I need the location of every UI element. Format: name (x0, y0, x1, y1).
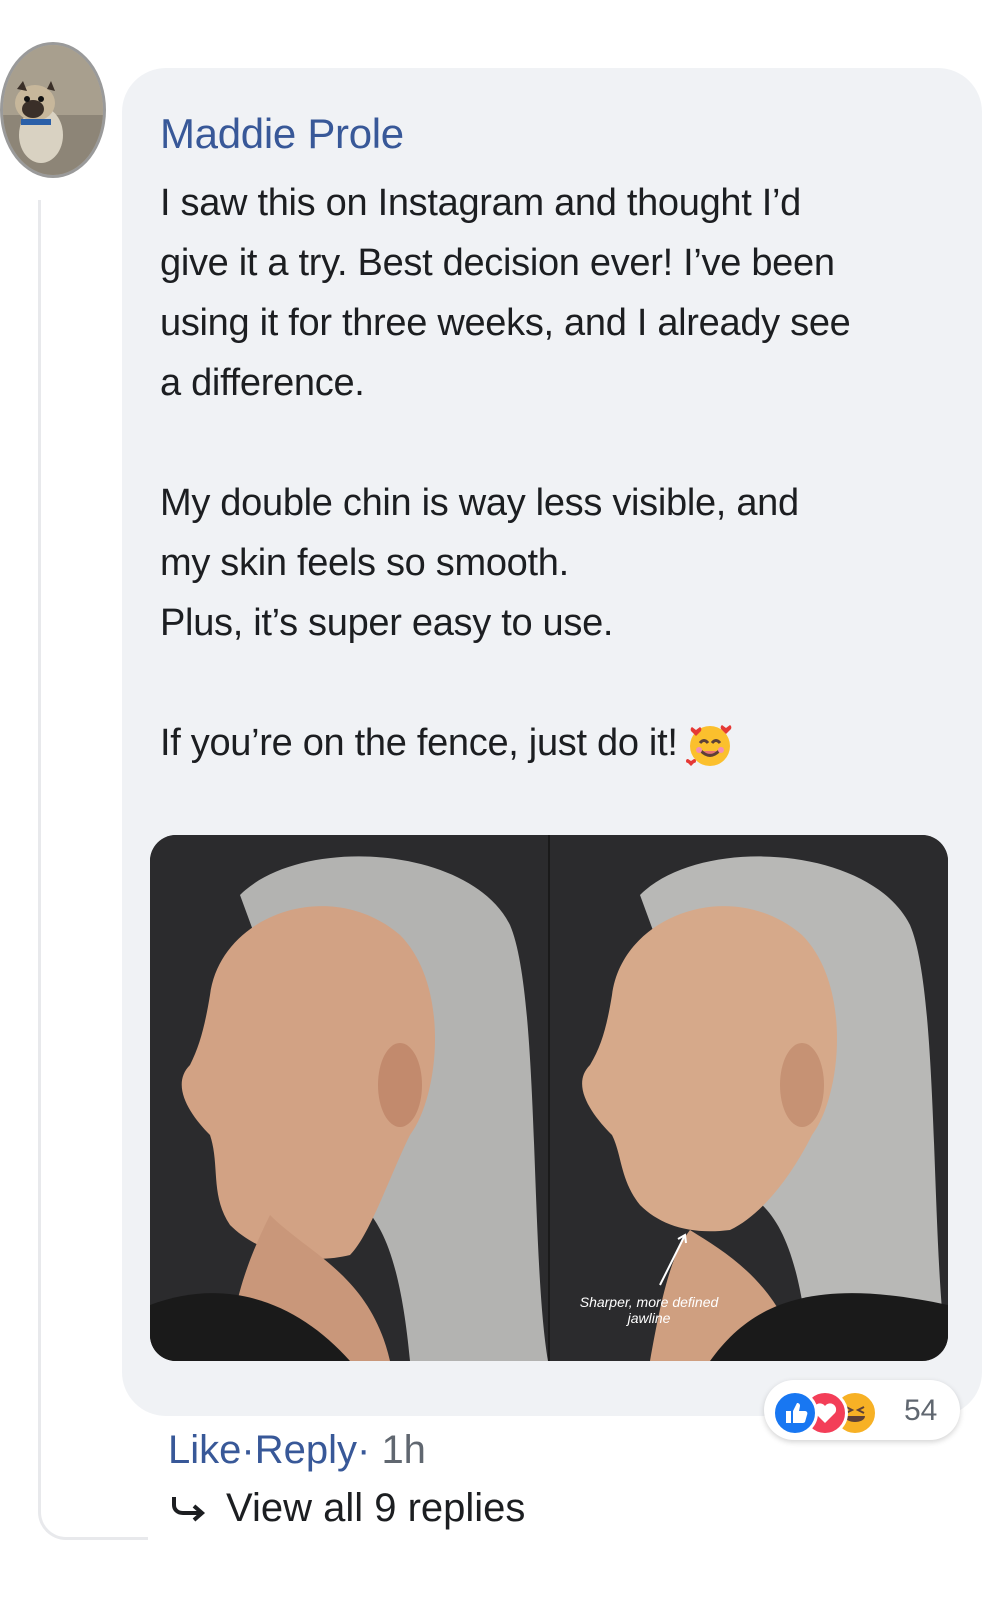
comment-line: a difference. (160, 362, 365, 404)
comment-line: My double chin is way less visible, and (160, 482, 799, 524)
reaction-count: 54 (904, 1394, 938, 1427)
comment-line: give it a try. Best decision ever! I’ve … (160, 242, 835, 284)
photo-caption-line: jawline (627, 1310, 671, 1326)
comment-line: using it for three weeks, and I already … (160, 302, 851, 344)
comment-timestamp[interactable]: 1h (381, 1428, 426, 1472)
comment-line: Plus, it’s super easy to use. (160, 602, 614, 644)
view-replies-link[interactable]: View all 9 replies (168, 1486, 525, 1533)
avatar[interactable] (0, 42, 106, 178)
comment-line: I saw this on Instagram and thought I’d (160, 182, 802, 224)
reply-link[interactable]: Reply (255, 1428, 357, 1472)
photo-caption-line: Sharper, more defined (579, 1294, 719, 1310)
photo-caption: Sharper, more defined jawline (564, 1294, 734, 1326)
before-after-profile-image (150, 835, 948, 1361)
action-separator: · (241, 1428, 255, 1472)
dog-avatar-image (3, 45, 103, 175)
comment-paragraph-3: If you’re on the fence, just do it! (160, 713, 980, 773)
action-separator: · (356, 1428, 371, 1472)
comment-line: my skin feels so smooth. (160, 542, 569, 584)
before-after-photo[interactable] (150, 835, 948, 1361)
view-replies-label[interactable]: View all 9 replies (226, 1486, 525, 1530)
comment-paragraph-1: I saw this on Instagram and thought I’d … (160, 173, 980, 413)
comment-paragraph-2: My double chin is way less visible, and … (160, 473, 980, 653)
comment-thread: Maddie Prole I saw this on Instagram and… (0, 0, 1000, 1600)
smiling-face-with-hearts-icon (685, 721, 734, 769)
reply-arrow-icon (168, 1488, 208, 1533)
comment-actions: Like·Reply· 1h (168, 1428, 426, 1473)
like-icon (772, 1390, 818, 1436)
comment-line: If you’re on the fence, just do it! (160, 722, 678, 764)
reactions-summary[interactable]: 54 (764, 1380, 960, 1440)
comment-author-name[interactable]: Maddie Prole (160, 110, 404, 158)
like-link[interactable]: Like (168, 1428, 241, 1472)
